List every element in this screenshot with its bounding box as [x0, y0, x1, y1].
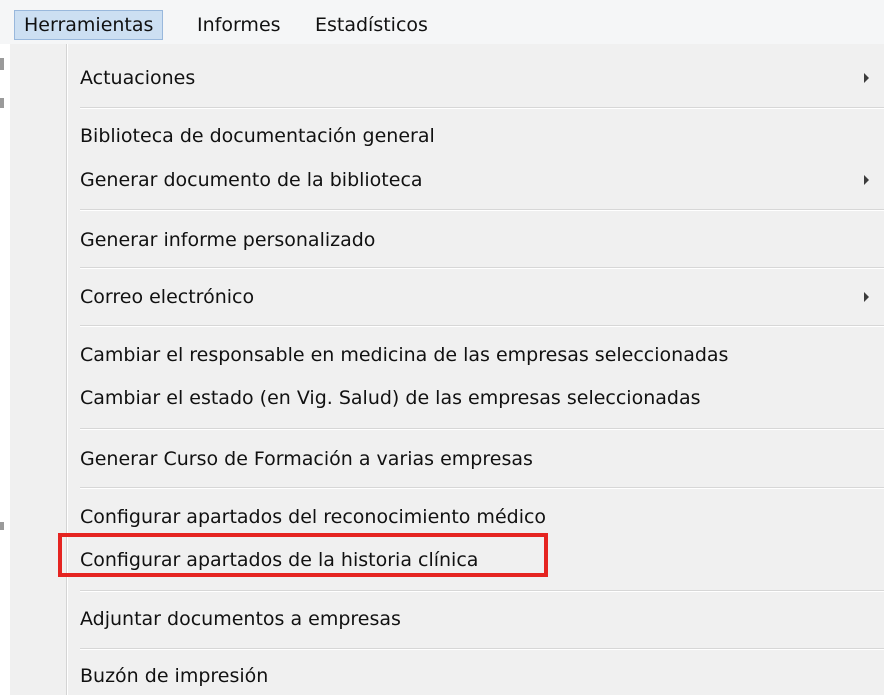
submenu-arrow-icon [864, 73, 869, 83]
edge-mark [0, 58, 4, 70]
menu-item-configurar-reconocimiento-medico[interactable]: Configurar apartados del reconocimiento … [80, 497, 546, 537]
menu-item-cambiar-responsable-medicina[interactable]: Cambiar el responsable en medicina de la… [80, 335, 728, 375]
menu-bar: Herramientas Informes Estadísticos [0, 0, 884, 45]
submenu-arrow-icon [864, 175, 869, 185]
menu-separator [80, 325, 884, 327]
menu-separator [80, 428, 884, 430]
menu-separator [80, 107, 884, 109]
menu-separator [80, 648, 884, 650]
submenu-arrow-icon [864, 292, 869, 302]
menu-separator [80, 209, 884, 211]
menu-item-biblioteca-documentacion[interactable]: Biblioteca de documentación general [80, 116, 435, 156]
menu-herramientas[interactable]: Herramientas [14, 10, 164, 40]
menu-item-generar-informe-personalizado[interactable]: Generar informe personalizado [80, 220, 375, 260]
menu-separator [80, 267, 884, 269]
icon-gutter-divider-highlight [67, 44, 68, 695]
menu-item-cambiar-estado-vig-salud[interactable]: Cambiar el estado (en Vig. Salud) de las… [80, 378, 701, 418]
menu-item-actuaciones[interactable]: Actuaciones [80, 58, 195, 98]
herramientas-dropdown: Actuaciones Biblioteca de documentación … [10, 44, 884, 695]
menu-estadisticos[interactable]: Estadísticos [306, 10, 437, 40]
menu-informes[interactable]: Informes [188, 10, 290, 40]
edge-mark [0, 522, 4, 530]
menu-item-buzon-impresion[interactable]: Buzón de impresión [80, 656, 268, 696]
menu-separator [80, 487, 884, 489]
annotation-highlight-box [58, 533, 548, 577]
menu-item-correo-electronico[interactable]: Correo electrónico [80, 277, 254, 317]
menu-separator [80, 590, 884, 592]
menu-item-generar-documento-biblioteca[interactable]: Generar documento de la biblioteca [80, 160, 423, 200]
edge-mark [0, 98, 4, 108]
menu-item-adjuntar-documentos[interactable]: Adjuntar documentos a empresas [80, 599, 401, 639]
menu-item-generar-curso-formacion[interactable]: Generar Curso de Formación a varias empr… [80, 439, 533, 479]
